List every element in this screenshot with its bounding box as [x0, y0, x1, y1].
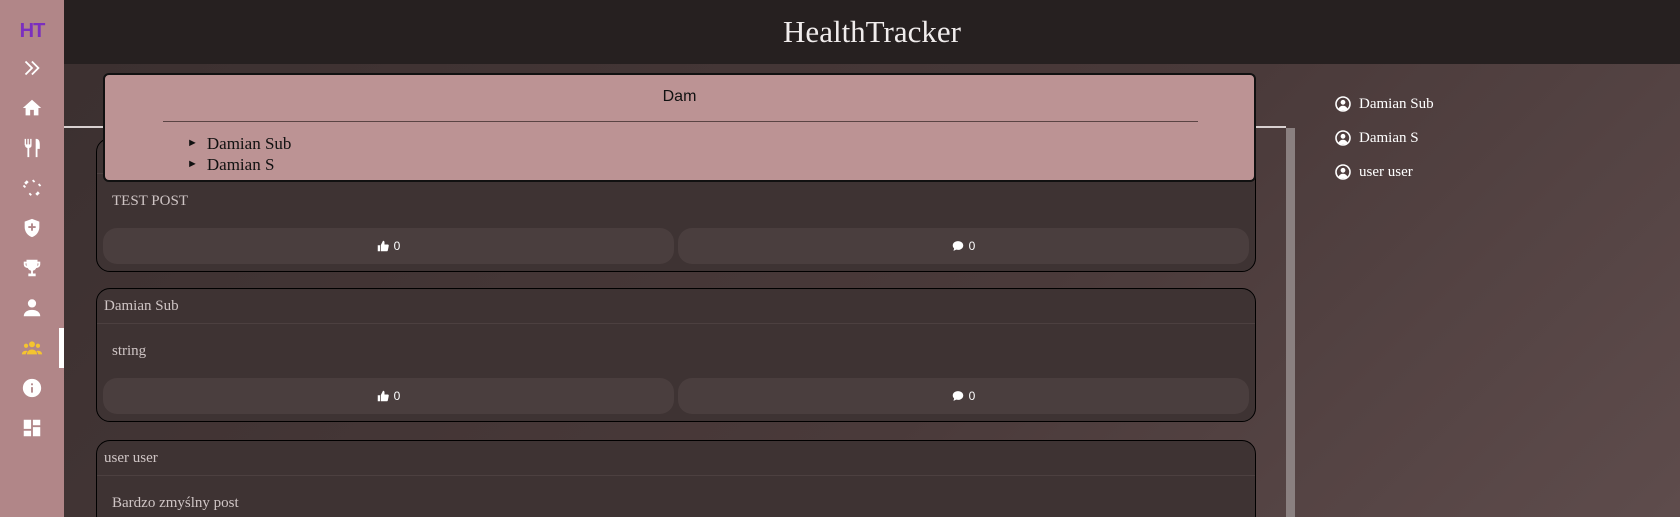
- search-result-label: Damian Sub: [206, 134, 292, 153]
- comment-icon: [952, 241, 963, 251]
- post-author[interactable]: Damian Sub: [97, 289, 1255, 324]
- sidebar-item-profile[interactable]: [0, 288, 64, 328]
- feed-scrollbar[interactable]: [1286, 128, 1295, 517]
- search-results-list: ► Damian Sub ► Damian S: [187, 133, 291, 175]
- comment-button[interactable]: 0: [678, 378, 1249, 414]
- shield-plus-icon: [24, 218, 40, 238]
- sidebar-expand[interactable]: [0, 48, 64, 88]
- sidebar-item-info[interactable]: [0, 368, 64, 408]
- user-circle-icon: [1335, 164, 1351, 180]
- app-header: HealthTracker: [64, 0, 1680, 64]
- user-name: Damian S: [1359, 129, 1419, 146]
- thumbs-up-icon: [377, 240, 389, 252]
- sidebar-item-dashboard[interactable]: [0, 408, 64, 448]
- post-actions: 0 0: [97, 228, 1255, 270]
- user-list-item[interactable]: Damian S: [1335, 121, 1434, 155]
- search-result-item[interactable]: ► Damian Sub: [187, 133, 291, 154]
- user-name: user user: [1359, 163, 1413, 180]
- user-name: Damian Sub: [1359, 95, 1434, 112]
- search-suggestions-popup: Dam ► Damian Sub ► Damian S: [103, 73, 1256, 182]
- comment-count: 0: [968, 389, 976, 403]
- user-icon: [23, 299, 41, 317]
- sidebar-item-workouts[interactable]: [0, 168, 64, 208]
- post-body: TEST POST: [112, 192, 188, 209]
- comment-button[interactable]: 0: [678, 228, 1249, 264]
- post-card: Damian Sub string 0 0: [96, 288, 1256, 422]
- post-card: user user Bardzo zmyślny post: [96, 440, 1256, 517]
- utensils-icon: [24, 138, 40, 158]
- sidebar-item-achievements[interactable]: [0, 248, 64, 288]
- triangle-right-icon: ►: [187, 137, 198, 149]
- user-list: Damian Sub Damian S user user: [1335, 87, 1434, 189]
- search-result-item[interactable]: ► Damian S: [187, 154, 291, 175]
- post-body: string: [112, 342, 147, 359]
- sidebar-item-community[interactable]: [0, 328, 64, 368]
- user-circle-icon: [1335, 96, 1351, 112]
- like-count: 0: [393, 239, 401, 253]
- sidebar-item-health[interactable]: [0, 208, 64, 248]
- post-body: Bardzo zmyślny post: [112, 494, 239, 511]
- search-result-label: Damian S: [206, 155, 275, 174]
- triangle-right-icon: ►: [187, 158, 198, 170]
- user-list-item[interactable]: Damian Sub: [1335, 87, 1434, 121]
- like-button[interactable]: 0: [103, 228, 674, 264]
- user-list-item[interactable]: user user: [1335, 155, 1434, 189]
- info-icon: [22, 378, 42, 398]
- users-icon: [21, 341, 43, 355]
- like-count: 0: [393, 389, 401, 403]
- post-actions: 0 0: [97, 378, 1255, 420]
- sidebar-item-home[interactable]: [0, 88, 64, 128]
- like-button[interactable]: 0: [103, 378, 674, 414]
- post-author[interactable]: user user: [97, 441, 1255, 476]
- app-logo[interactable]: HT: [20, 20, 46, 44]
- comment-icon: [952, 391, 963, 401]
- search-query-text: Dam: [662, 88, 697, 105]
- trophy-icon: [23, 259, 41, 277]
- sidebar-item-meals[interactable]: [0, 128, 64, 168]
- dashboard-icon: [23, 419, 41, 437]
- search-divider: [163, 121, 1198, 122]
- dumbbell-icon: [22, 179, 42, 196]
- user-circle-icon: [1335, 130, 1351, 146]
- chevrons-right-icon: [24, 60, 40, 76]
- home-icon: [22, 99, 42, 116]
- comment-count: 0: [968, 239, 976, 253]
- sidebar: HT: [0, 0, 64, 517]
- app-title: HealthTracker: [783, 14, 961, 49]
- thumbs-up-icon: [377, 390, 389, 402]
